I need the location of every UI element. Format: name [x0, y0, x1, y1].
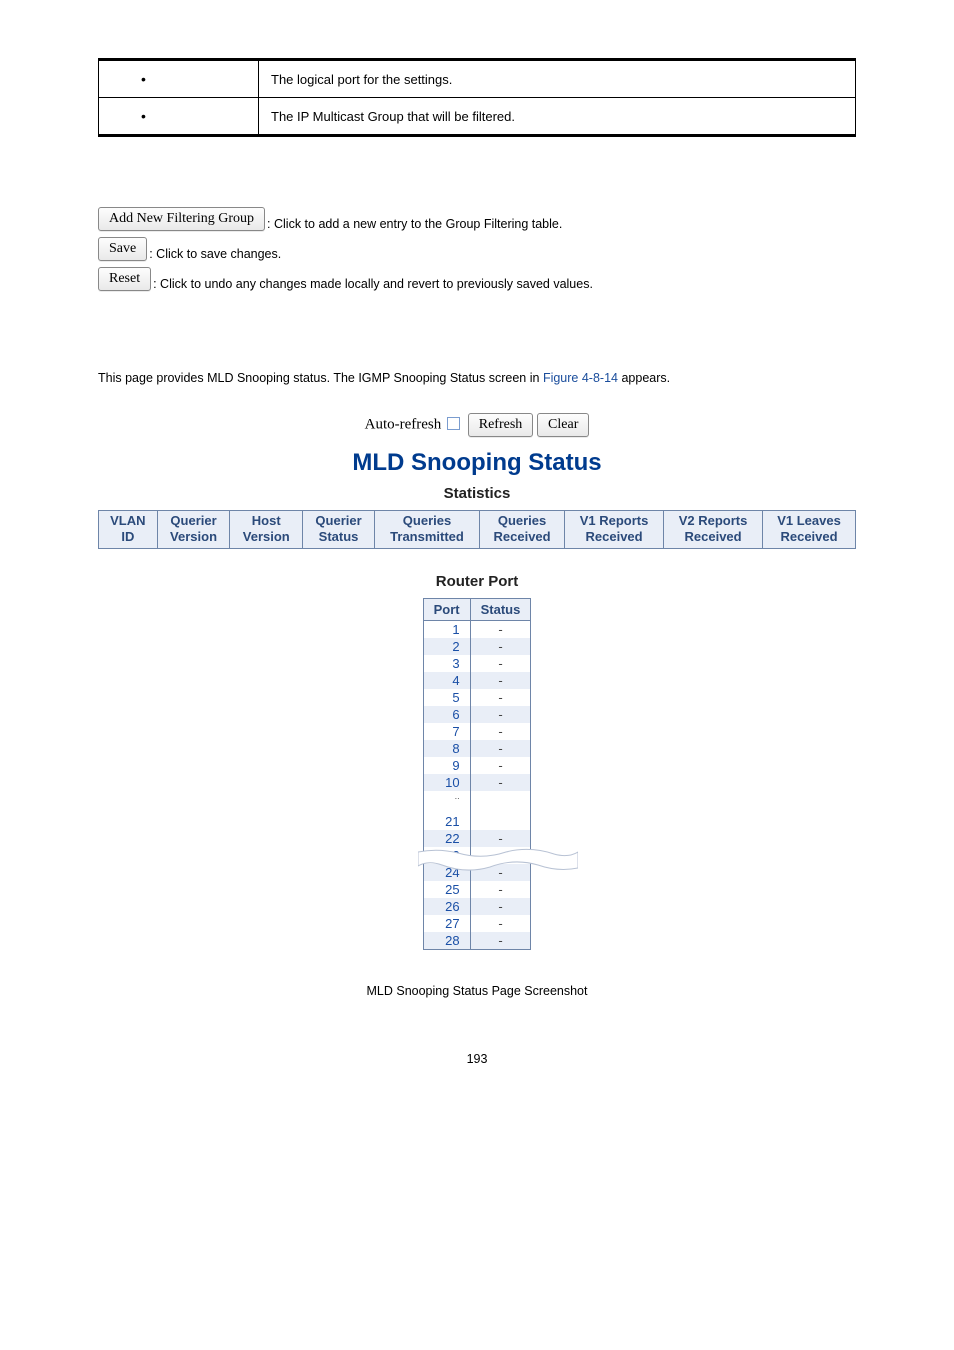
table-row: 4- [423, 672, 531, 689]
stats-header: VLANID [99, 511, 158, 549]
intro-before: This page provides MLD Snooping status. … [98, 371, 543, 385]
status-cell [470, 813, 531, 830]
stats-header: V2 ReportsReceived [664, 511, 763, 549]
status-cell: - [470, 881, 531, 898]
reset-desc: : Click to undo any changes made locally… [153, 277, 593, 291]
status-cell: - [470, 757, 531, 774]
table-row: 28- [423, 932, 531, 950]
intro-text: This page provides MLD Snooping status. … [98, 371, 856, 385]
status-cell: - [470, 932, 531, 950]
status-cell: - [470, 774, 531, 791]
port-cell: 5 [423, 689, 470, 706]
port-cell: 28 [423, 932, 470, 950]
table-row: 24- [423, 864, 531, 881]
status-cell: - [470, 723, 531, 740]
port-cell: 24 [423, 864, 470, 881]
figure-reference-link[interactable]: Figure 4-8-14 [543, 371, 618, 385]
intro-after: appears. [618, 371, 670, 385]
refresh-button[interactable]: Refresh [468, 413, 534, 437]
table-row: 5- [423, 689, 531, 706]
table-row: 9- [423, 757, 531, 774]
top-settings-table: The logical port for the settings. The I… [98, 58, 856, 137]
table-row: 8- [423, 740, 531, 757]
port-cell: 7 [423, 723, 470, 740]
status-cell: - [470, 620, 531, 638]
port-cell: 27 [423, 915, 470, 932]
table-row: 23- [423, 847, 531, 864]
router-port-subtitle: Router Port [98, 573, 856, 590]
port-cell: 6 [423, 706, 470, 723]
row-bullet [99, 60, 259, 98]
add-filtering-group-desc: : Click to add a new entry to the Group … [267, 217, 562, 231]
clear-button[interactable]: Clear [537, 413, 589, 437]
status-cell: - [470, 864, 531, 881]
auto-refresh-checkbox[interactable] [447, 417, 460, 430]
port-cell: 8 [423, 740, 470, 757]
status-cell: - [470, 638, 531, 655]
port-cell: 25 [423, 881, 470, 898]
status-cell: - [470, 672, 531, 689]
port-cell: 4 [423, 672, 470, 689]
status-cell: - [470, 898, 531, 915]
router-header-status: Status [470, 598, 531, 620]
page-number: 193 [98, 1052, 856, 1066]
port-cell: 22 [423, 830, 470, 847]
statistics-table: VLANIDQuerierVersionHostVersionQuerierSt… [98, 510, 856, 549]
row-text: The logical port for the settings. [259, 60, 856, 98]
status-cell: - [470, 689, 531, 706]
save-desc: : Click to save changes. [149, 247, 281, 261]
port-cell: 23 [423, 847, 470, 864]
port-cell: 3 [423, 655, 470, 672]
stats-header: QuerierStatus [303, 511, 375, 549]
stats-header: V1 ReportsReceived [565, 511, 664, 549]
table-row: 25- [423, 881, 531, 898]
table-row: 7- [423, 723, 531, 740]
port-cell: 21 [423, 813, 470, 830]
router-header-port: Port [423, 598, 470, 620]
port-cell: 9 [423, 757, 470, 774]
router-port-table: Port Status 1-2-3-4-5-6-7-8-9-10-..2122-… [423, 598, 532, 950]
stats-header: HostVersion [230, 511, 303, 549]
port-cell: 2 [423, 638, 470, 655]
stats-header: QueriesTransmitted [374, 511, 479, 549]
table-row: 1- [423, 620, 531, 638]
table-row: 21 [423, 813, 531, 830]
status-cell: - [470, 830, 531, 847]
page-title: MLD Snooping Status [98, 449, 856, 477]
save-button[interactable]: Save [98, 237, 147, 261]
table-row: 3- [423, 655, 531, 672]
port-cell: 1 [423, 620, 470, 638]
table-row: 27- [423, 915, 531, 932]
stats-header: QueriesReceived [480, 511, 565, 549]
port-cell: 10 [423, 774, 470, 791]
add-filtering-group-button[interactable]: Add New Filtering Group [98, 207, 265, 231]
statistics-subtitle: Statistics [98, 485, 856, 502]
status-cell: - [470, 847, 531, 864]
stats-header: QuerierVersion [157, 511, 230, 549]
status-cell: - [470, 915, 531, 932]
reset-button[interactable]: Reset [98, 267, 151, 291]
table-row: 10- [423, 774, 531, 791]
port-cell: 26 [423, 898, 470, 915]
row-text: The IP Multicast Group that will be filt… [259, 98, 856, 136]
auto-refresh-label: Auto-refresh [365, 416, 442, 432]
table-break-row: .. [423, 791, 531, 813]
status-cell: - [470, 655, 531, 672]
stats-header: V1 LeavesReceived [763, 511, 856, 549]
status-cell: - [470, 706, 531, 723]
table-row: 2- [423, 638, 531, 655]
table-row: 26- [423, 898, 531, 915]
row-bullet [99, 98, 259, 136]
table-row: 22- [423, 830, 531, 847]
table-row: 6- [423, 706, 531, 723]
figure-caption: MLD Snooping Status Page Screenshot [98, 984, 856, 998]
status-cell: - [470, 740, 531, 757]
